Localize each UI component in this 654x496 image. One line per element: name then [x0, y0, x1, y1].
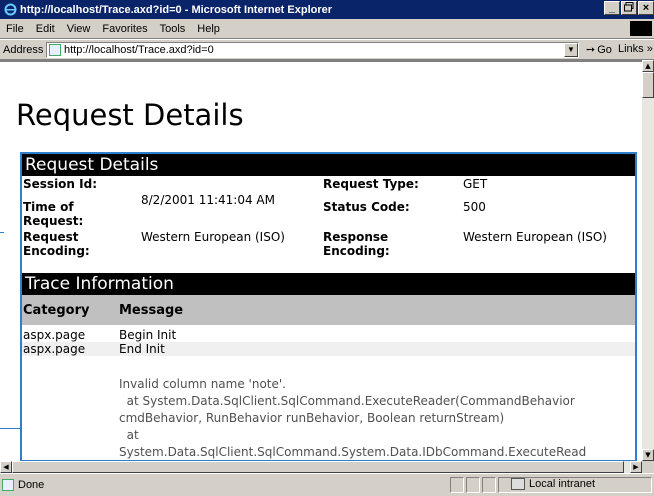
callout-line [0, 232, 4, 233]
exception-line: at [119, 428, 139, 442]
request-details-table: Session Id: Request Type: GET Time of Re… [21, 176, 635, 259]
status-pane [466, 477, 480, 493]
vertical-scroll-thumb[interactable] [642, 72, 654, 98]
page-viewport[interactable]: Request Details Request Details Session … [0, 60, 642, 461]
horizontal-scroll-thumb[interactable] [12, 461, 624, 473]
page-icon [49, 44, 61, 56]
exception-line: System.Data.SqlClient.SqlCommand.System.… [119, 445, 587, 459]
status-pane [450, 477, 464, 493]
status-done: Done [2, 479, 44, 491]
request-type-label: Request Type: [323, 177, 419, 191]
list-item: aspx.page Begin Init [21, 328, 635, 342]
scroll-left-button[interactable]: ◀ [0, 461, 12, 473]
page-done-icon [2, 479, 14, 491]
response-encoding-label: Response Encoding: [323, 230, 390, 258]
address-label: Address [3, 43, 44, 56]
go-button[interactable]: ➙ Go [586, 43, 612, 57]
scroll-right-button[interactable]: ▶ [630, 461, 642, 473]
vertical-scrollbar[interactable]: ▲ ▼ [642, 60, 654, 461]
security-zone: Local intranet [511, 478, 595, 490]
menu-help[interactable]: Help [191, 23, 226, 35]
request-type-value: GET [463, 177, 488, 191]
exception-message: Invalid column name 'note'. at System.Da… [21, 376, 635, 461]
session-id-value [139, 176, 321, 192]
scroll-up-button[interactable]: ▲ [642, 60, 654, 72]
exception-line: Invalid column name 'note'. [119, 377, 286, 391]
go-arrow-icon: ➙ [586, 44, 596, 56]
status-code-value: 500 [463, 200, 486, 214]
trace-column-headers: Category Message [21, 295, 635, 325]
list-item: aspx.page End Init [21, 342, 635, 356]
menu-bar: File Edit View Favorites Tools Help [0, 19, 654, 39]
status-bar: Done Local intranet [0, 473, 654, 496]
category-column-header: Category [23, 302, 90, 318]
address-value: http://localhost/Trace.axd?id=0 [64, 44, 214, 56]
menu-file[interactable]: File [0, 23, 30, 35]
go-label: Go [597, 43, 612, 56]
table-row: Request Encoding: Western European (ISO)… [21, 229, 635, 259]
scroll-down-button[interactable]: ▼ [642, 449, 654, 461]
session-id-label: Session Id: [23, 177, 97, 191]
ie-icon [3, 3, 17, 17]
trace-message: End Init [119, 342, 165, 356]
trace-category: aspx.page [23, 328, 86, 342]
windows-logo-icon [630, 21, 652, 36]
zone-label: Local intranet [529, 478, 596, 490]
menu-edit[interactable]: Edit [30, 23, 61, 35]
callout-line [0, 428, 22, 429]
exception-line: cmdBehavior, RunBehavior runBehavior, Bo… [119, 411, 505, 425]
menu-tools[interactable]: Tools [154, 23, 192, 35]
minimize-button[interactable]: _ [604, 1, 620, 15]
title-bar: http://localhost/Trace.axd?id=0 - Micros… [0, 0, 654, 19]
menu-view[interactable]: View [61, 23, 97, 35]
address-input[interactable]: http://localhost/Trace.axd?id=0 ▼ [46, 42, 579, 58]
table-row: Session Id: Request Type: GET [21, 176, 635, 192]
address-bar: Address http://localhost/Trace.axd?id=0 … [0, 39, 654, 60]
close-button[interactable]: × [638, 1, 654, 15]
maximize-button[interactable] [621, 1, 637, 15]
response-encoding-value: Western European (ISO) [463, 230, 607, 244]
horizontal-scrollbar[interactable]: ◀ ▶ [0, 461, 642, 473]
time-of-request-label: Time of Request: [23, 200, 84, 228]
message-column-header: Message [119, 302, 184, 318]
trace-information-header: Trace Information [21, 273, 635, 295]
table-row: Time of Request: 8/2/2001 11:41:04 AM St… [21, 192, 635, 229]
address-dropdown-button[interactable]: ▼ [564, 43, 578, 57]
page-heading: Request Details [16, 98, 244, 132]
status-text: Done [18, 479, 45, 491]
status-pane [482, 477, 496, 493]
menu-favorites[interactable]: Favorites [96, 23, 153, 35]
intranet-icon [511, 478, 525, 490]
exception-line: at System.Data.SqlClient.SqlCommand.Exec… [119, 394, 575, 408]
scroll-corner [642, 461, 654, 473]
trace-message: Begin Init [119, 328, 177, 342]
trace-panel: Request Details Session Id: Request Type… [21, 154, 635, 461]
links-button[interactable]: Links » [618, 43, 653, 55]
status-code-label: Status Code: [323, 200, 410, 214]
request-details-header: Request Details [21, 154, 635, 176]
trace-category: aspx.page [23, 342, 86, 356]
request-encoding-label: Request Encoding: [23, 230, 90, 258]
window-title: http://localhost/Trace.axd?id=0 - Micros… [20, 3, 333, 16]
request-encoding-value: Western European (ISO) [141, 230, 285, 244]
time-of-request-value: 8/2/2001 11:41:04 AM [141, 193, 275, 207]
